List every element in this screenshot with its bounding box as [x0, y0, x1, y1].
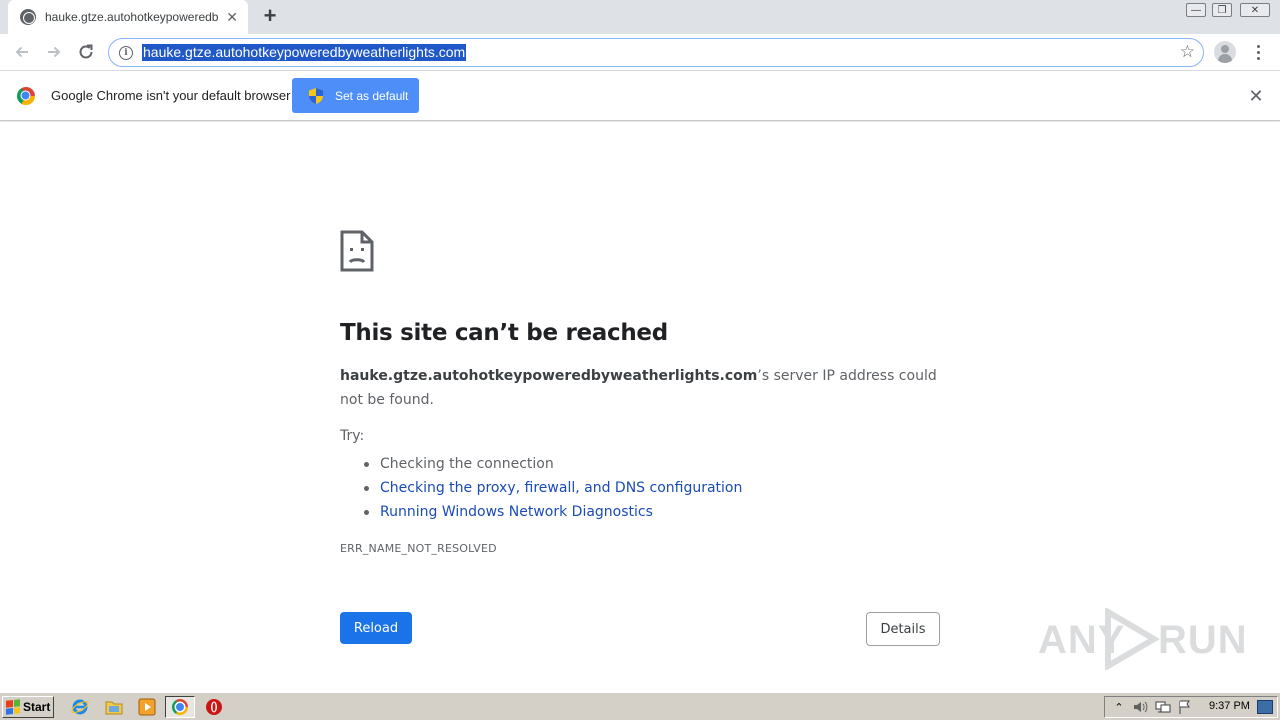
show-desktop-icon[interactable] — [1257, 700, 1273, 714]
url-text[interactable]: hauke.gtze.autohotkeypoweredbyweatherlig… — [142, 44, 467, 61]
suggestion-check-connection: Checking the connection — [363, 452, 742, 476]
start-label: Start — [23, 700, 51, 714]
menu-dot-icon — [1256, 44, 1260, 48]
try-label: Try: — [340, 428, 365, 444]
play-triangle-icon — [1105, 608, 1160, 670]
chrome-logo-icon — [17, 87, 35, 105]
address-bar[interactable]: i hauke.gtze.autohotkeypoweredbyweatherl… — [108, 38, 1204, 67]
restore-button[interactable]: ❐ — [1208, 0, 1236, 20]
arrow-left-icon — [15, 46, 28, 58]
error-code: ERR_NAME_NOT_RESOLVED — [340, 542, 497, 555]
close-icon: ✕ — [1240, 3, 1270, 17]
tab-strip: hauke.gtze.autohotkeypoweredbyweatherlig… — [0, 0, 1280, 34]
anyrun-watermark: ANY RUN — [1038, 606, 1247, 672]
forward-button[interactable] — [42, 40, 66, 64]
reload-button[interactable]: Reload — [340, 612, 412, 644]
avatar-head-icon — [1221, 45, 1229, 53]
back-button[interactable] — [10, 40, 34, 64]
details-button[interactable]: Details — [866, 612, 940, 646]
menu-dot-icon — [1256, 50, 1260, 54]
windows-taskbar: Start ⌃ 9:37 PM — [0, 692, 1280, 720]
error-host: hauke.gtze.autohotkeypoweredbyweatherlig… — [340, 368, 758, 384]
tab-close-button[interactable]: ✕ — [226, 9, 238, 25]
chrome-icon — [172, 699, 188, 715]
error-page: This site can’t be reached hauke.gtze.au… — [0, 122, 1280, 692]
suggestion-list: Checking the connection Checking the pro… — [363, 452, 742, 524]
error-description: hauke.gtze.autohotkeypoweredbyweatherlig… — [340, 364, 940, 412]
media-player-icon[interactable] — [137, 697, 157, 717]
bookmark-star-icon[interactable]: ☆ — [1180, 42, 1195, 62]
tab-title: hauke.gtze.autohotkeypoweredbyweatherlig… — [45, 10, 219, 24]
set-as-default-button[interactable]: Set as default — [292, 78, 419, 113]
restore-icon: ❐ — [1212, 3, 1232, 17]
kebab-menu-button[interactable] — [1250, 42, 1266, 62]
arrow-right-icon — [48, 46, 61, 58]
start-button[interactable]: Start — [2, 696, 54, 718]
watermark-text-right: RUN — [1158, 618, 1248, 662]
opera-icon[interactable] — [204, 697, 224, 717]
reload-toolbar-button[interactable] — [74, 40, 98, 64]
error-title: This site can’t be reached — [340, 320, 668, 346]
info-icon[interactable]: i — [119, 45, 133, 60]
file-explorer-icon[interactable] — [104, 697, 124, 717]
suggestion-proxy-link[interactable]: Checking the proxy, firewall, and DNS co… — [363, 476, 742, 500]
system-tray: ⌃ 9:37 PM — [1104, 696, 1278, 718]
chrome-taskbar-button[interactable] — [165, 696, 195, 718]
profile-avatar[interactable] — [1214, 41, 1236, 63]
new-tab-button[interactable]: + — [258, 5, 282, 29]
minimize-button[interactable]: — — [1182, 0, 1210, 20]
menu-dot-icon — [1256, 56, 1260, 60]
reload-icon — [79, 44, 93, 59]
set-as-default-label: Set as default — [335, 88, 409, 103]
window-close-button[interactable]: ✕ — [1238, 0, 1272, 20]
uac-shield-icon — [309, 87, 323, 104]
infobar-message: Google Chrome isn't your default browser — [51, 88, 291, 103]
volume-icon[interactable] — [1133, 699, 1149, 715]
tray-expand-icon[interactable]: ⌃ — [1111, 699, 1127, 715]
sad-page-icon — [340, 230, 374, 272]
default-browser-infobar: Google Chrome isn't your default browser… — [0, 71, 1280, 121]
avatar-body-icon — [1218, 54, 1232, 63]
browser-tab[interactable]: hauke.gtze.autohotkeypoweredbyweatherlig… — [8, 0, 248, 34]
browser-toolbar: i hauke.gtze.autohotkeypoweredbyweatherl… — [0, 34, 1280, 71]
globe-icon — [20, 9, 36, 25]
action-center-flag-icon[interactable] — [1177, 699, 1193, 715]
internet-explorer-icon[interactable] — [70, 697, 90, 717]
network-icon[interactable] — [1155, 699, 1171, 715]
windows-logo-icon — [6, 699, 20, 715]
suggestion-diagnostics-link[interactable]: Running Windows Network Diagnostics — [363, 500, 742, 524]
infobar-close-button[interactable]: ✕ — [1246, 86, 1266, 106]
minimize-icon: — — [1186, 3, 1206, 17]
taskbar-clock[interactable]: 9:37 PM — [1209, 700, 1250, 712]
